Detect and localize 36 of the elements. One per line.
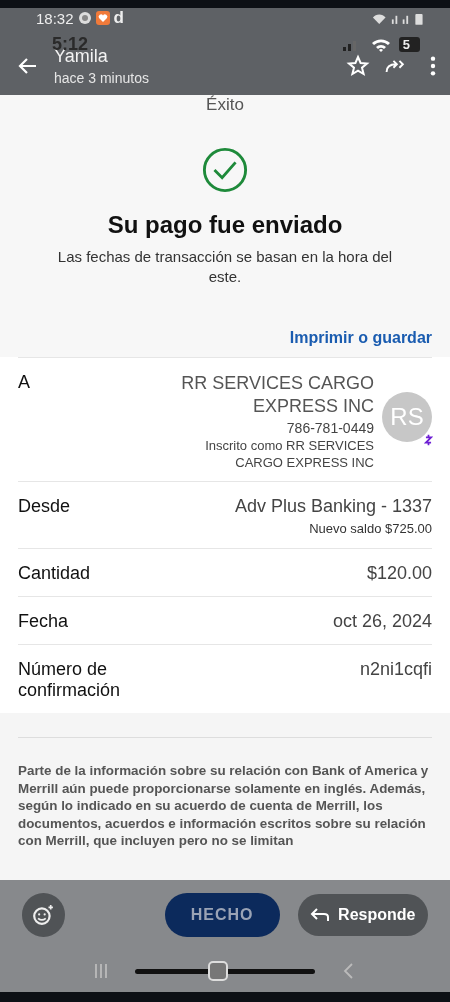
reply-arrow-icon — [310, 907, 331, 923]
detail-label: Desde — [18, 496, 72, 517]
detail-value: n2ni1cqfi — [359, 659, 432, 680]
disclaimer-text: Parte de la información sobre su relación con Bank of America y Merrill aún puede proporcionarse solamente en inglés. Además, según lo indicado en su acuerdo de cuenta de Merrill, los documentos, acuerdos e información escritos sobre su relación con Merrill, que incluyen pero no se limitan — [18, 762, 430, 850]
detail-label: Cantidad — [18, 563, 92, 584]
timezone-note: Las fechas de transacción se basan en la hora del este. — [56, 247, 394, 287]
status-time: 18:32 — [36, 9, 74, 27]
app-icon — [77, 11, 92, 25]
app-letter: d — [113, 11, 124, 25]
detail-label: Fecha — [18, 611, 70, 632]
battery-icon: 5 — [398, 37, 420, 52]
print-save-link[interactable]: Imprimir o guardar — [289, 329, 432, 347]
star-icon[interactable] — [346, 54, 370, 78]
emoji-button[interactable] — [22, 893, 65, 937]
screen-title: Éxito — [206, 95, 244, 115]
more-icon[interactable] — [430, 55, 436, 77]
enrolled-name: Inscrito como RR SERVICES CARGO EXPRESS INC — [204, 437, 374, 471]
detail-label: Número de confirmación — [18, 659, 122, 701]
reply-button[interactable]: Responde — [297, 894, 428, 936]
wifi-icon — [370, 37, 391, 52]
recipient-name: RR SERVICES CARGO EXPRESS INC — [180, 372, 374, 418]
heart-app-icon — [95, 11, 110, 25]
recipient-label: A — [18, 372, 31, 393]
message-time: hace 3 minutos — [54, 70, 150, 86]
detail-subvalue: Nuevo saldo $725.00 — [309, 521, 432, 536]
z-badge-icon — [424, 434, 433, 446]
detail-value: $120.00 — [366, 563, 432, 584]
check-circle-icon — [202, 147, 248, 193]
done-button[interactable]: HECHO — [164, 893, 280, 937]
detail-value: Adv Plus Banking - 1337 — [234, 496, 432, 517]
result-heading: Su pago fue enviado — [107, 211, 343, 239]
avatar: RS — [382, 392, 432, 442]
emoji-icon — [32, 904, 55, 926]
home-bar-icon[interactable] — [135, 959, 315, 983]
recipient-phone: 786-781-0449 — [286, 420, 374, 436]
detail-value: oct 26, 2024 — [332, 611, 432, 632]
